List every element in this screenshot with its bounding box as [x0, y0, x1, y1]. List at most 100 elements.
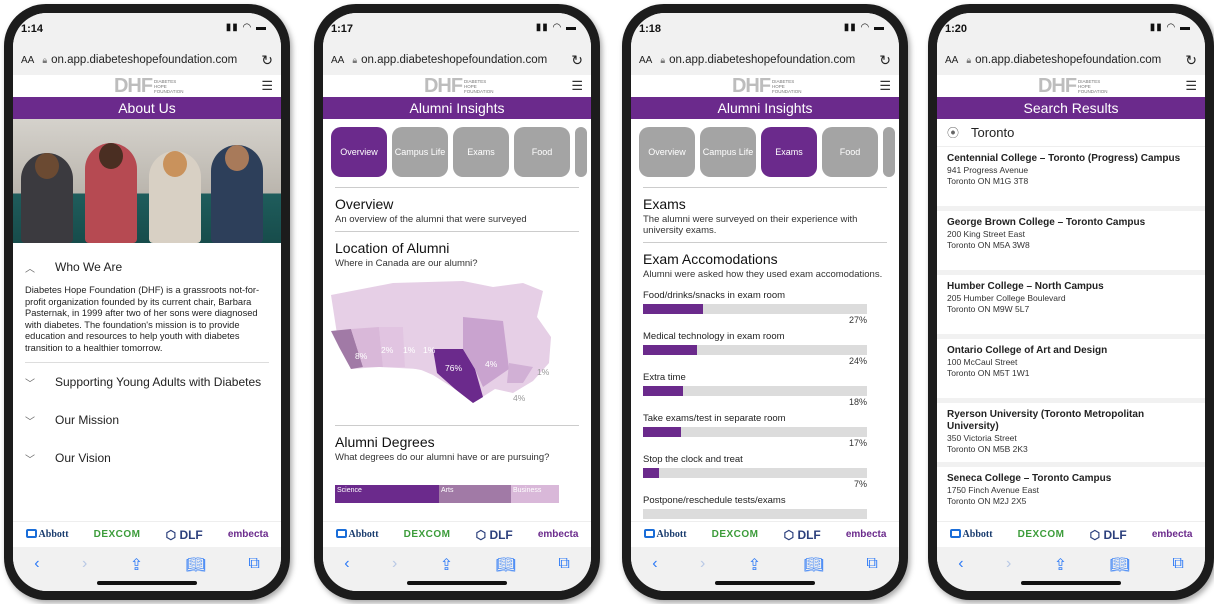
- sponsor-embecta[interactable]: embecta: [846, 529, 887, 540]
- result-item[interactable]: Ryerson University (Toronto Metropolitan…: [937, 403, 1205, 467]
- sponsor-abbott[interactable]: Abbott: [335, 529, 379, 540]
- sponsor-dlf[interactable]: ⬡ DLF: [166, 528, 203, 542]
- sponsor-dlf[interactable]: ⬡ DLF: [1090, 528, 1127, 542]
- address-bar[interactable]: AA 🔒︎ on.app.diabeteshopefoundation.com …: [323, 45, 591, 75]
- url-text[interactable]: on.app.diabeteshopefoundation.com: [51, 54, 257, 66]
- bar-fill: [643, 427, 682, 437]
- tabs-icon[interactable]: ⧉: [558, 555, 569, 591]
- signal-wifi-battery-icon: ▮▮ ◠ ▬: [535, 22, 577, 33]
- bookmarks-icon[interactable]: 📖︎: [1110, 555, 1130, 591]
- result-item[interactable]: Seneca College – Toronto Campus 1750 Finc…: [937, 467, 1205, 521]
- back-icon[interactable]: ‹: [652, 555, 657, 591]
- dhf-logo[interactable]: DHF DIABETES HOPE FOUNDATION: [424, 76, 494, 96]
- bookmarks-icon[interactable]: 📖︎: [186, 555, 206, 591]
- sponsor-dexcom[interactable]: DEXCOM: [712, 529, 759, 540]
- page-title: Alumni Insights: [631, 97, 899, 119]
- tab-campus-life[interactable]: Campus Life: [700, 127, 756, 177]
- sponsor-embecta[interactable]: embecta: [538, 529, 579, 540]
- result-item[interactable]: Centennial College – Toronto (Progress) …: [937, 147, 1205, 211]
- sponsor-abbott[interactable]: Abbott: [949, 529, 993, 540]
- accordion-our-mission[interactable]: ﹀ Our Mission: [13, 401, 281, 439]
- accordion-our-vision[interactable]: ﹀ Our Vision: [13, 439, 281, 477]
- forward-icon[interactable]: ›: [82, 555, 87, 591]
- bar-percent: 24%: [848, 356, 867, 366]
- share-icon[interactable]: ⇪: [440, 555, 453, 591]
- status-time: 1:17: [331, 23, 354, 35]
- status-time: 1:14: [21, 23, 44, 35]
- back-icon[interactable]: ‹: [344, 555, 349, 591]
- result-item[interactable]: Humber College – North Campus 205 Humber …: [937, 275, 1205, 339]
- bar-track: [643, 468, 867, 478]
- tabs-icon[interactable]: ⧉: [866, 555, 877, 591]
- bookmarks-icon[interactable]: 📖︎: [804, 555, 824, 591]
- sponsor-embecta[interactable]: embecta: [1152, 529, 1193, 540]
- forward-icon[interactable]: ›: [700, 555, 705, 591]
- forward-icon[interactable]: ›: [392, 555, 397, 591]
- share-icon[interactable]: ⇪: [130, 555, 143, 591]
- divider: [643, 242, 887, 243]
- url-text[interactable]: on.app.diabeteshopefoundation.com: [975, 54, 1181, 66]
- canada-map-svg: [331, 281, 551, 403]
- divider: [335, 187, 579, 188]
- screen: 1:17 ▮▮ ◠ ▬ AA 🔒︎ on.app.diabeteshopefou…: [323, 13, 591, 591]
- tab-more[interactable]: [883, 127, 895, 177]
- sponsor-abbott[interactable]: Abbott: [25, 529, 69, 540]
- url-text[interactable]: on.app.diabeteshopefoundation.com: [669, 54, 875, 66]
- menu-icon[interactable]: ☰: [1185, 79, 1197, 92]
- reload-icon[interactable]: ↻: [1185, 52, 1197, 69]
- sponsor-dlf[interactable]: ⬡ DLF: [476, 528, 513, 542]
- sponsor-embecta[interactable]: embecta: [228, 529, 269, 540]
- result-address-line1: 100 McCaul Street: [947, 357, 1018, 367]
- sponsor-name: DLF: [179, 527, 203, 542]
- tab-overview[interactable]: Overview: [331, 127, 387, 177]
- address-bar[interactable]: AA 🔒︎ on.app.diabeteshopefoundation.com …: [631, 45, 899, 75]
- sponsor-abbott[interactable]: Abbott: [643, 529, 687, 540]
- accommodations-bar-chart: Food/drinks/snacks in exam room 27% Medica…: [631, 290, 899, 519]
- reload-icon[interactable]: ↻: [261, 52, 273, 69]
- tab-exams[interactable]: Exams: [761, 127, 817, 177]
- menu-icon[interactable]: ☰: [571, 79, 583, 92]
- share-icon[interactable]: ⇪: [1054, 555, 1067, 591]
- back-icon[interactable]: ‹: [34, 555, 39, 591]
- person-illustration: [21, 153, 73, 243]
- bookmarks-icon[interactable]: 📖︎: [496, 555, 516, 591]
- back-icon[interactable]: ‹: [958, 555, 963, 591]
- result-item[interactable]: Ontario College of Art and Design 100 McC…: [937, 339, 1205, 403]
- signal-wifi-battery-icon: ▮▮ ◠ ▬: [843, 22, 885, 33]
- result-item[interactable]: George Brown College – Toronto Campus 200…: [937, 211, 1205, 275]
- accordion-header[interactable]: ︿ Who We Are: [25, 255, 269, 279]
- sponsor-dlf[interactable]: ⬡ DLF: [784, 528, 821, 542]
- dhf-logo[interactable]: DHF DIABETES HOPE FOUNDATION: [1038, 76, 1108, 96]
- tab-food[interactable]: Food: [822, 127, 878, 177]
- dhf-logo[interactable]: DHF DIABETES HOPE FOUNDATION: [732, 76, 802, 96]
- bar-row: Extra time 18%: [631, 372, 899, 407]
- reader-mode-button[interactable]: AA: [945, 55, 958, 66]
- sponsor-dexcom[interactable]: DEXCOM: [94, 529, 141, 540]
- sponsor-dexcom[interactable]: DEXCOM: [1018, 529, 1065, 540]
- address-bar[interactable]: AA 🔒︎ on.app.diabeteshopefoundation.com …: [937, 45, 1205, 75]
- tab-food[interactable]: Food: [514, 127, 570, 177]
- forward-icon[interactable]: ›: [1006, 555, 1011, 591]
- section-desc: Alumni were asked how they used exam acc…: [643, 269, 883, 280]
- dhf-logo[interactable]: DHF DIABETES HOPE FOUNDATION: [114, 76, 184, 96]
- location-search[interactable]: ⦿ Toronto: [937, 119, 1205, 147]
- reload-icon[interactable]: ↻: [571, 52, 583, 69]
- sponsor-dexcom[interactable]: DEXCOM: [404, 529, 451, 540]
- url-text[interactable]: on.app.diabeteshopefoundation.com: [361, 54, 567, 66]
- tabs-icon[interactable]: ⧉: [1172, 555, 1183, 591]
- reader-mode-button[interactable]: AA: [639, 55, 652, 66]
- search-value[interactable]: Toronto: [971, 125, 1014, 140]
- tab-overview[interactable]: Overview: [639, 127, 695, 177]
- share-icon[interactable]: ⇪: [748, 555, 761, 591]
- tabs-icon[interactable]: ⧉: [248, 555, 259, 591]
- reload-icon[interactable]: ↻: [879, 52, 891, 69]
- menu-icon[interactable]: ☰: [879, 79, 891, 92]
- reader-mode-button[interactable]: AA: [331, 55, 344, 66]
- menu-icon[interactable]: ☰: [261, 79, 273, 92]
- address-bar[interactable]: AA 🔒︎ on.app.diabeteshopefoundation.com …: [13, 45, 281, 75]
- tab-campus-life[interactable]: Campus Life: [392, 127, 448, 177]
- reader-mode-button[interactable]: AA: [21, 55, 34, 66]
- tab-exams[interactable]: Exams: [453, 127, 509, 177]
- tab-more[interactable]: [575, 127, 587, 177]
- accordion-supporting-young-adults[interactable]: ﹀ Supporting Young Adults with Diabetes: [13, 363, 281, 401]
